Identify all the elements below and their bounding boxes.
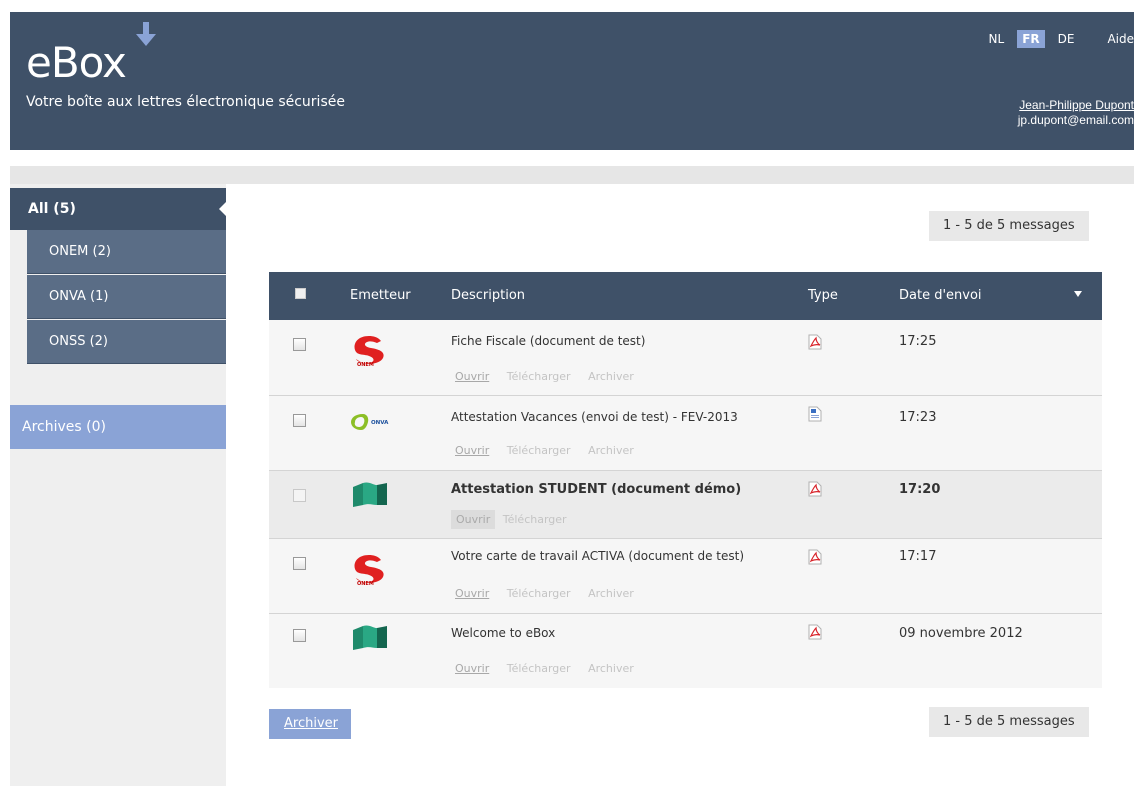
row-actions: Ouvrir Télécharger — [451, 510, 581, 529]
archive-link[interactable]: Archiver — [588, 370, 634, 383]
onss-logo-icon — [353, 482, 387, 507]
sidebar: All (5) ONEM (2) ONVA (1) ONSS (2) Archi… — [10, 184, 227, 786]
pager-top: 1 - 5 de 5 messages — [929, 211, 1089, 241]
download-link[interactable]: Télécharger — [503, 513, 567, 526]
ebox-logo[interactable]: eBox — [26, 38, 127, 87]
lang-de[interactable]: DE — [1053, 30, 1080, 48]
open-button[interactable]: Ouvrir — [451, 510, 496, 529]
table-row[interactable]: Attestation STUDENT (document démo) Ouvr… — [269, 471, 1102, 539]
column-description[interactable]: Description — [451, 288, 525, 303]
sidebar-item-label: ONSS (2) — [49, 334, 109, 349]
open-link[interactable]: Ouvrir — [455, 444, 489, 457]
svg-text:ONVA: ONVA — [371, 420, 389, 426]
message-date: 17:17 — [899, 549, 937, 564]
row-checkbox[interactable] — [293, 489, 306, 502]
app-header: eBox Votre boîte aux lettres électroniqu… — [10, 12, 1134, 150]
pdf-icon[interactable] — [808, 624, 822, 640]
pdf-icon[interactable] — [808, 549, 822, 565]
message-description[interactable]: Welcome to eBox — [451, 626, 555, 640]
column-date[interactable]: Date d'envoi — [899, 288, 982, 303]
user-name-link[interactable]: Jean-Philippe Dupont — [1018, 98, 1134, 113]
message-description[interactable]: Attestation STUDENT (document démo) — [451, 482, 741, 497]
message-date: 09 novembre 2012 — [899, 626, 1023, 641]
pdf-icon[interactable] — [808, 334, 822, 350]
svg-text:ONEM: ONEM — [357, 581, 374, 585]
column-type[interactable]: Type — [808, 288, 838, 303]
sidebar-item-all[interactable]: All (5) — [10, 188, 227, 230]
row-actions: Ouvrir Télécharger Archiver — [455, 444, 648, 457]
download-link[interactable]: Télécharger — [507, 662, 571, 675]
active-indicator — [219, 201, 227, 217]
language-switcher: NL FR DE Aide — [976, 30, 1134, 48]
row-checkbox[interactable] — [293, 338, 306, 351]
user-email: jp.dupont@email.com — [1017, 113, 1134, 127]
table-row[interactable]: ONEM Fiche Fiscale (document de test) Ou… — [269, 320, 1102, 396]
row-checkbox[interactable] — [293, 414, 306, 427]
sidebar-item-label: ONEM (2) — [49, 244, 111, 259]
open-link[interactable]: Ouvrir — [455, 370, 489, 383]
message-date: 17:20 — [899, 482, 941, 497]
message-description[interactable]: Votre carte de travail ACTIVA (document … — [451, 549, 744, 563]
message-description[interactable]: Fiche Fiscale (document de test) — [451, 334, 645, 348]
user-info: Jean-Philippe Dupont jp.dupont@email.com — [1018, 98, 1134, 128]
message-date: 17:25 — [899, 334, 937, 349]
download-link[interactable]: Télécharger — [507, 444, 571, 457]
archive-link[interactable]: Archiver — [588, 662, 634, 675]
archive-link[interactable]: Archiver — [588, 444, 634, 457]
sort-desc-icon[interactable] — [1074, 291, 1082, 297]
download-link[interactable]: Télécharger — [507, 370, 571, 383]
archive-link[interactable]: Archiver — [588, 587, 634, 600]
help-link[interactable]: Aide — [1107, 32, 1134, 46]
messages-table: Emetteur Description Type Date d'envoi O… — [269, 272, 1102, 688]
table-row[interactable]: Welcome to eBox Ouvrir Télécharger Archi… — [269, 614, 1102, 688]
pdf-icon[interactable] — [808, 481, 822, 497]
lang-fr[interactable]: FR — [1017, 30, 1045, 48]
sidebar-item-label: All (5) — [28, 201, 76, 217]
sidebar-item-label: Archives (0) — [22, 419, 106, 435]
row-checkbox[interactable] — [293, 629, 306, 642]
table-row[interactable]: ONEM Votre carte de travail ACTIVA (docu… — [269, 539, 1102, 614]
row-actions: Ouvrir Télécharger Archiver — [455, 370, 648, 383]
open-link[interactable]: Ouvrir — [455, 587, 489, 600]
sidebar-item-archives[interactable]: Archives (0) — [10, 405, 226, 449]
header-separator — [10, 166, 1134, 184]
row-checkbox[interactable] — [293, 557, 306, 570]
sidebar-item-label: ONVA (1) — [49, 289, 109, 304]
download-link[interactable]: Télécharger — [507, 587, 571, 600]
onem-logo-icon: ONEM — [354, 555, 384, 585]
svg-text:ONEM: ONEM — [357, 362, 374, 366]
sidebar-item-onss[interactable]: ONSS (2) — [27, 320, 226, 364]
row-actions: Ouvrir Télécharger Archiver — [455, 662, 648, 675]
message-date: 17:23 — [899, 410, 937, 425]
select-all-checkbox[interactable] — [295, 288, 306, 299]
onss-logo-icon — [353, 625, 387, 650]
message-description[interactable]: Attestation Vacances (envoi de test) - F… — [451, 410, 738, 424]
pager-bottom: 1 - 5 de 5 messages — [929, 707, 1089, 737]
onva-logo-icon: ONVA — [351, 414, 389, 430]
tagline: Votre boîte aux lettres électronique séc… — [26, 94, 345, 110]
open-link[interactable]: Ouvrir — [455, 662, 489, 675]
document-icon[interactable] — [808, 406, 822, 422]
column-sender[interactable]: Emetteur — [350, 288, 411, 303]
row-actions: Ouvrir Télécharger Archiver — [455, 587, 648, 600]
onem-logo-icon: ONEM — [354, 336, 384, 366]
table-header: Emetteur Description Type Date d'envoi — [269, 272, 1102, 320]
sidebar-item-onem[interactable]: ONEM (2) — [27, 230, 226, 274]
sidebar-item-onva[interactable]: ONVA (1) — [27, 275, 226, 319]
archive-button[interactable]: Archiver — [269, 709, 351, 739]
table-row[interactable]: ONVA Attestation Vacances (envoi de test… — [269, 396, 1102, 471]
lang-nl[interactable]: NL — [984, 30, 1010, 48]
download-arrow-icon — [136, 22, 156, 46]
